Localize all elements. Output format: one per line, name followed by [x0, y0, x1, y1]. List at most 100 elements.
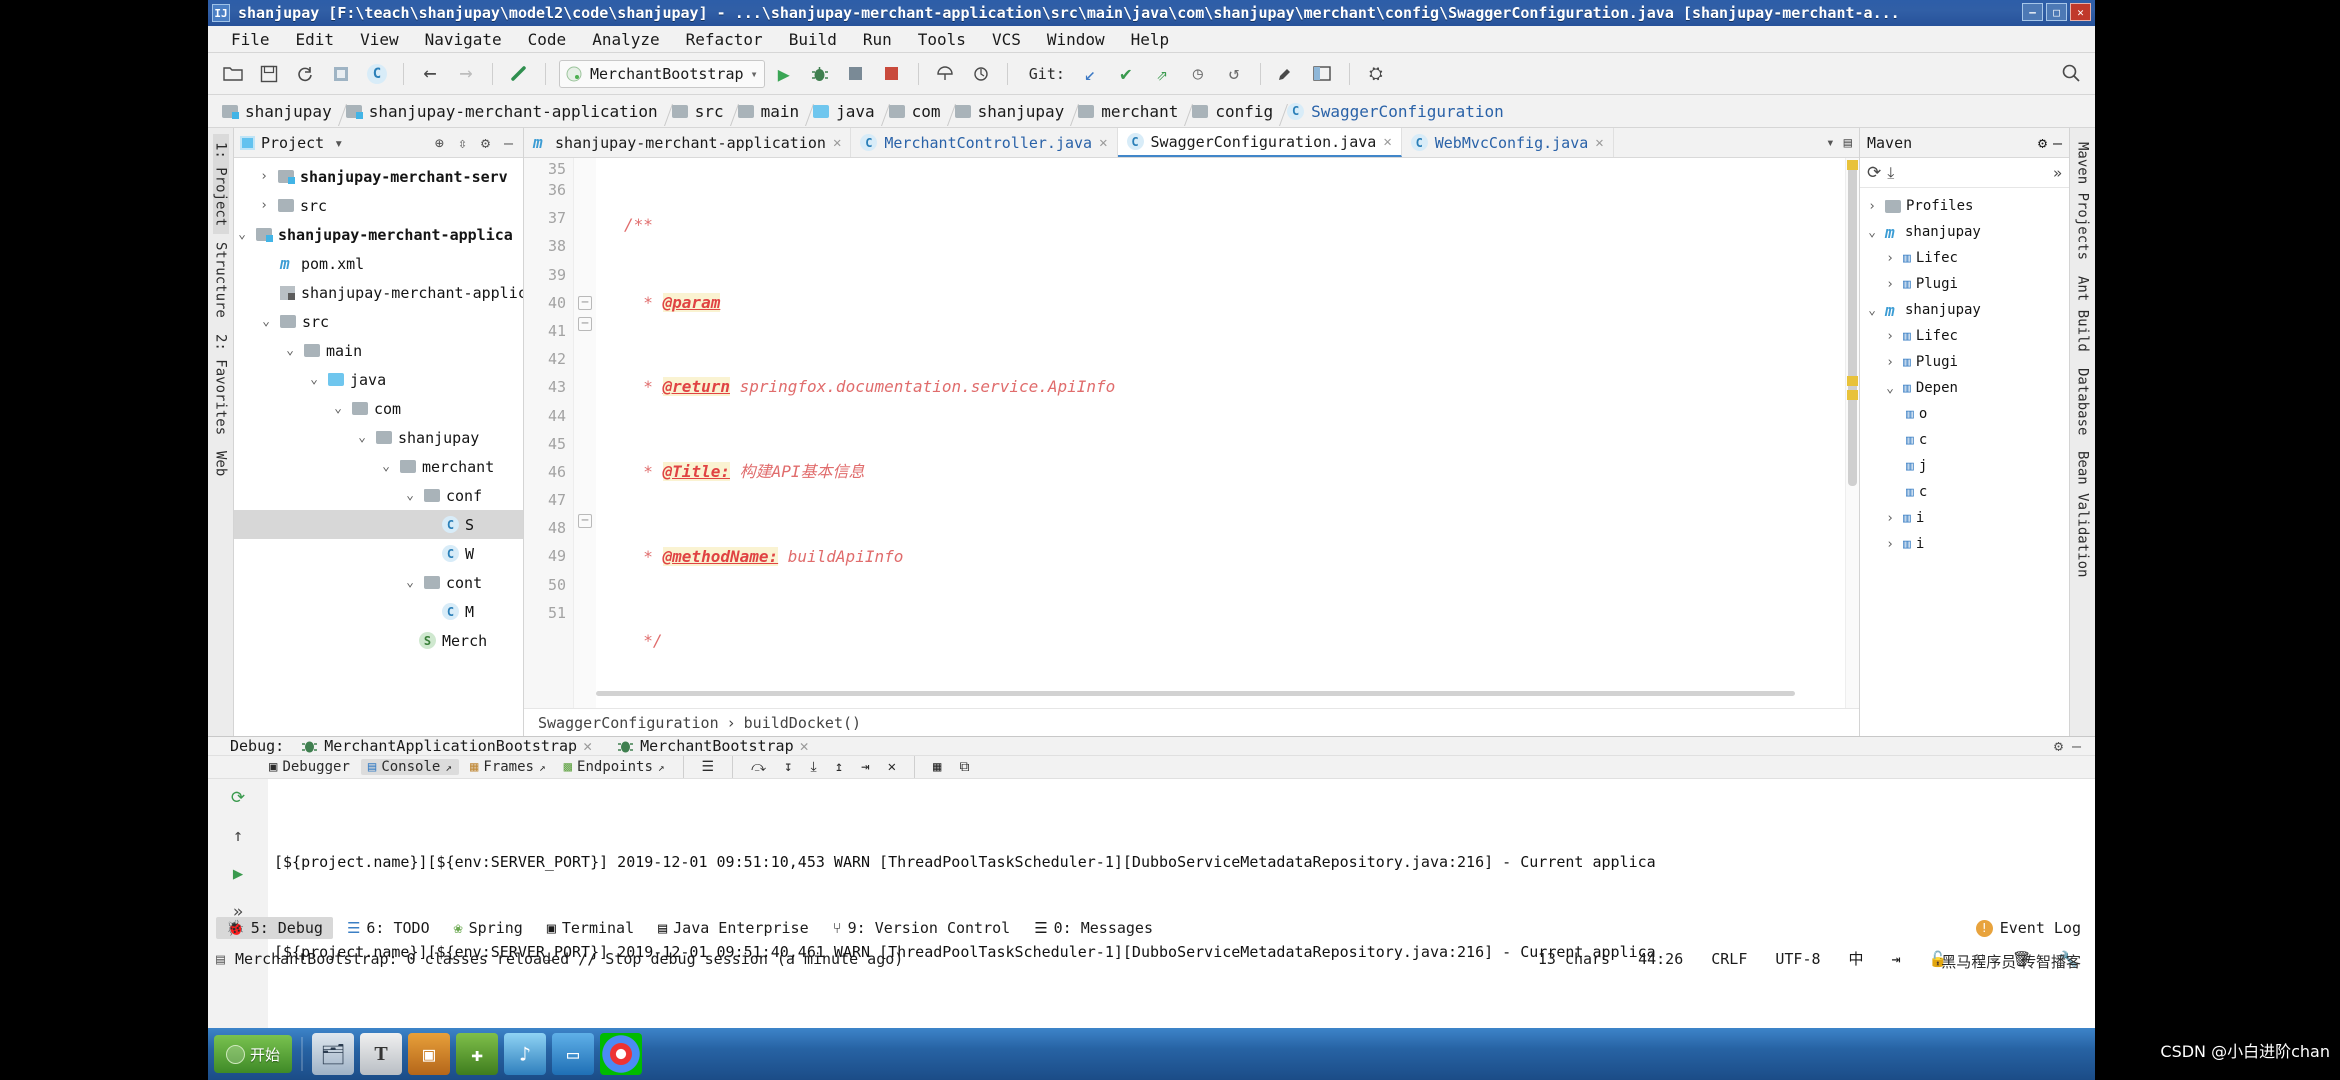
maven-row[interactable]: ⌄ m shanjupay	[1860, 219, 2069, 245]
chrome-icon[interactable]	[600, 1033, 643, 1075]
fold-marker-collapse[interactable]: −	[578, 316, 592, 331]
menu-vcs[interactable]: VCS	[979, 28, 1034, 51]
settings-icon[interactable]: ⚙	[477, 134, 494, 152]
collapse-all-icon[interactable]: ⇳	[454, 134, 471, 152]
tab-list-icon[interactable]: ▤	[1844, 135, 1852, 151]
menu-file[interactable]: File	[218, 28, 283, 51]
warning-marker[interactable]	[1847, 160, 1858, 170]
maven-row[interactable]: › ▥ i	[1860, 531, 2069, 557]
expand-arrow[interactable]: ⌄	[354, 430, 370, 445]
expand-arrow[interactable]: ⌄	[402, 488, 418, 503]
tool-window-version-control[interactable]: ⑂ 9: Version Control	[823, 917, 1021, 939]
breadcrumb-item-4[interactable]: java	[809, 102, 885, 121]
subtab-debugger[interactable]: ▣ Debugger	[262, 759, 357, 775]
expand-arrow[interactable]: ⌄	[1864, 225, 1880, 240]
sidebar-item-structure[interactable]: Structure	[213, 234, 229, 326]
tab-shanjupay-merchant-application[interactable]: m shanjupay-merchant-application ✕	[524, 128, 852, 157]
expand-arrow[interactable]: ⌄	[282, 343, 298, 358]
debug-tab-merchant-bootstrap[interactable]: MerchantBootstrap ✕	[609, 737, 817, 755]
forward-button[interactable]: →	[449, 59, 483, 89]
locate-icon[interactable]: ⊕	[431, 134, 448, 152]
tree-row-selected[interactable]: CS	[234, 510, 523, 539]
run-to-cursor-icon[interactable]: ⇥	[854, 759, 876, 775]
expand-arrow[interactable]: ›	[1882, 251, 1898, 266]
tree-row[interactable]: ⌄ conf	[234, 481, 523, 510]
close-icon[interactable]: ✕	[583, 737, 592, 755]
tab-swagger-configuration[interactable]: C SwaggerConfiguration.java ✕	[1117, 128, 1402, 157]
file-encoding[interactable]: UTF-8	[1766, 950, 1829, 968]
expand-arrow[interactable]: ›	[1882, 355, 1898, 370]
breadcrumb-item-9[interactable]: C SwaggerConfiguration	[1283, 102, 1514, 121]
close-icon[interactable]: ✕	[1099, 135, 1107, 151]
menu-code[interactable]: Code	[515, 28, 580, 51]
project-tree[interactable]: › shanjupay-merchant-serv › src ⌄ shanjupay…	[234, 158, 523, 736]
breadcrumb-method[interactable]: buildDocket()	[744, 714, 861, 732]
subtab-frames[interactable]: ▦ Frames ↗	[463, 759, 553, 775]
console-output[interactable]: [${project.name}][${env:SERVER_PORT}] 20…	[268, 779, 2095, 1035]
menu-analyze[interactable]: Analyze	[579, 28, 672, 51]
maven-row[interactable]: ▥ c	[1860, 427, 2069, 453]
tool-window-todo[interactable]: ☰ 6: TODO	[337, 917, 440, 939]
chevron-down-icon[interactable]: ▾	[751, 67, 758, 81]
breadcrumb-item-8[interactable]: config	[1188, 102, 1283, 121]
tab-webmvc-config[interactable]: C WebMvcConfig.java ✕	[1402, 128, 1614, 157]
store-icon[interactable]: ✚	[456, 1033, 499, 1075]
breadcrumb-item-5[interactable]: com	[885, 102, 951, 121]
breadcrumb-item-2[interactable]: src	[668, 102, 734, 121]
maven-tree[interactable]: › Profiles ⌄ m shanjupay › ▥ Lifec › ▥ Plugi ⌄ m…	[1860, 188, 2069, 736]
more-icon[interactable]: »	[2053, 164, 2062, 182]
expand-arrow[interactable]: ⌄	[306, 372, 322, 387]
maven-row[interactable]: › ▥ Plugi	[1860, 271, 2069, 297]
maven-row[interactable]: › ▥ Lifec	[1860, 245, 2069, 271]
breadcrumb-item-6[interactable]: shanjupay	[951, 102, 1075, 121]
tool-window-spring[interactable]: ❀ Spring	[444, 917, 533, 939]
sidebar-item-bean-validation[interactable]: Bean Validation	[2075, 443, 2091, 585]
search-structure-icon[interactable]: ⛭	[1359, 59, 1393, 89]
stop-build-icon[interactable]	[839, 59, 873, 89]
refresh-icon[interactable]: ⟳	[1867, 163, 1881, 183]
evaluate-icon[interactable]: ✕	[881, 759, 903, 775]
expand-arrow[interactable]: ›	[1882, 329, 1898, 344]
update-project-icon[interactable]	[502, 59, 536, 89]
tree-row[interactable]: › src	[234, 191, 523, 220]
maven-row[interactable]: › ▥ i	[1860, 505, 2069, 531]
debug-tab-merchant-application-bootstrap[interactable]: MerchantApplicationBootstrap ✕	[293, 737, 600, 755]
coverage-icon[interactable]	[928, 59, 962, 89]
maven-row[interactable]: ▥ o	[1860, 401, 2069, 427]
hide-icon[interactable]: –	[2072, 737, 2087, 755]
breadcrumb-item-1[interactable]: shanjupay-merchant-application	[342, 102, 668, 121]
step-over-icon[interactable]: ⤼	[744, 759, 773, 775]
tree-row[interactable]: CW	[234, 539, 523, 568]
stop-button[interactable]	[875, 59, 909, 89]
tree-row[interactable]: ⌄ main	[234, 336, 523, 365]
chevron-down-icon[interactable]: ▾	[330, 134, 347, 152]
expand-arrow[interactable]: ⌄	[330, 401, 346, 416]
sidebar-item-favorites[interactable]: 2: Favorites	[213, 326, 229, 443]
maximize-button[interactable]: □	[2046, 3, 2067, 21]
class-icon[interactable]: C	[360, 59, 394, 89]
tree-row[interactable]: ⌄ src	[234, 307, 523, 336]
breadcrumb-item-0[interactable]: shanjupay	[218, 102, 342, 121]
warning-marker[interactable]	[1847, 376, 1858, 386]
tree-row[interactable]: ⌄ shanjupay	[234, 423, 523, 452]
git-update-icon[interactable]: ↙	[1073, 59, 1107, 89]
sidebar-item-project[interactable]: 1: Project	[212, 134, 229, 235]
sidebar-item-database[interactable]: Database	[2075, 360, 2091, 443]
expand-arrow[interactable]: ⌄	[234, 227, 250, 242]
hide-icon[interactable]: —	[500, 134, 517, 152]
scrollbar-thumb[interactable]	[1848, 166, 1857, 486]
close-icon[interactable]: ✕	[833, 135, 841, 151]
fold-marker-collapse[interactable]: −	[578, 295, 592, 310]
line-separator[interactable]: CRLF	[1702, 950, 1756, 968]
menu-tools[interactable]: Tools	[905, 28, 979, 51]
sync-icon[interactable]	[288, 59, 322, 89]
ime-indicator[interactable]: 中	[1840, 948, 1873, 969]
resume-icon[interactable]: ▶	[225, 861, 251, 887]
tree-row[interactable]: shanjupay-merchant-applica	[234, 278, 523, 307]
expand-arrow[interactable]: ⌄	[1882, 381, 1898, 396]
settings-icon[interactable]: ⚙	[2054, 737, 2063, 755]
maven-row[interactable]: › ▥ Lifec	[1860, 323, 2069, 349]
tree-row[interactable]: S Merch	[234, 626, 523, 655]
close-icon[interactable]: ✕	[1383, 134, 1391, 150]
menu-window[interactable]: Window	[1034, 28, 1118, 51]
